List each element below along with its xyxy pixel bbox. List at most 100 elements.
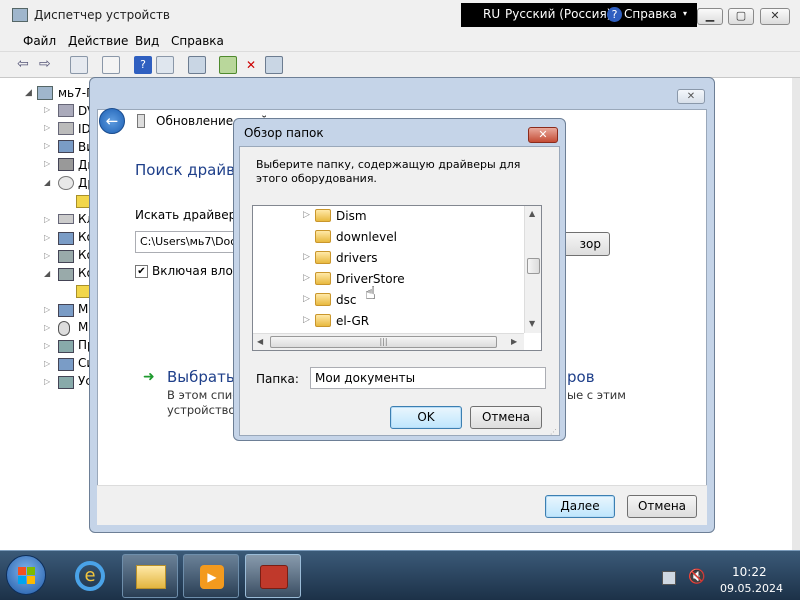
expand-arrow-icon: ▷ [44, 105, 51, 114]
expand-arrow-icon: ▷ [44, 215, 51, 224]
scroll-right-icon[interactable]: ▶ [511, 337, 517, 346]
folder-input[interactable]: Мои документы [310, 367, 546, 389]
folder-tree-vscrollbar[interactable]: ▲ ▼ [524, 206, 541, 333]
windows-logo-icon [27, 576, 35, 584]
network-icon[interactable] [662, 571, 676, 585]
keyboard-icon [58, 214, 74, 224]
resize-grip-icon[interactable]: ⋰ [550, 428, 557, 436]
scroll-up-icon[interactable]: ▲ [529, 209, 535, 218]
browse-folder-dialog: Обзор папок ✕ Выберите папку, содержащую… [233, 118, 566, 441]
scroll-down-icon[interactable]: ▼ [529, 319, 535, 328]
back-arrow-icon[interactable]: ← [99, 108, 125, 134]
scan-hardware-icon[interactable] [188, 56, 206, 74]
expand-arrow-icon[interactable]: ◢ [25, 88, 32, 98]
menu-action[interactable]: Действие [68, 34, 128, 48]
view-icon[interactable] [156, 56, 174, 74]
menu-view[interactable]: Вид [135, 34, 159, 48]
folder-name: drivers [336, 251, 378, 265]
folder-row[interactable]: ▷ el-GR [253, 311, 523, 332]
folder-row[interactable]: ▷ drivers [253, 248, 523, 269]
expand-arrow-icon[interactable]: ▷ [303, 252, 310, 262]
device-tree-scrollbar[interactable] [792, 78, 800, 550]
display-adapter-icon [58, 140, 74, 153]
clock-date[interactable]: 09.05.2024 [720, 582, 783, 595]
taskbar-explorer-button[interactable] [122, 554, 178, 598]
device-icon [137, 114, 145, 128]
language-bar-help[interactable]: Справка [624, 7, 677, 21]
pick-driver-description-line2: устройство [167, 403, 236, 417]
internet-explorer-icon[interactable]: e [75, 561, 105, 591]
expand-arrow-icon[interactable]: ▷ [303, 210, 310, 220]
enable-device-icon[interactable] [265, 56, 283, 74]
dvd-drive-icon [58, 104, 74, 117]
next-button[interactable]: Далее [545, 495, 615, 518]
folder-icon [315, 251, 331, 264]
computer-icon [58, 232, 74, 245]
language-code: RU [483, 7, 501, 21]
clock-time[interactable]: 10:22 [732, 565, 767, 579]
minimize-button[interactable]: ▁ [697, 8, 723, 25]
controller-icon [58, 250, 74, 263]
expand-arrow-icon[interactable]: ▷ [303, 294, 310, 304]
expand-arrow-icon: ▷ [44, 305, 51, 314]
expand-arrow-icon: ▷ [44, 251, 51, 260]
language-name[interactable]: Русский (Россия) [505, 7, 611, 21]
taskbar-device-manager-button[interactable] [245, 554, 301, 598]
folder-tree-hscrollbar[interactable]: ◀ ||| ▶ [253, 333, 524, 350]
device-manager-title: Диспетчер устройств [34, 8, 171, 22]
maximize-button[interactable]: ▢ [728, 8, 754, 25]
language-bar-menu-icon[interactable]: ▾ [683, 9, 687, 18]
browse-cancel-button[interactable]: Отмена [470, 406, 542, 429]
warning-icon [76, 285, 90, 298]
properties-icon[interactable] [70, 56, 88, 74]
green-arrow-icon: ➜ [143, 369, 155, 385]
folder-icon [315, 314, 331, 327]
expand-arrow-icon[interactable]: ▷ [303, 273, 310, 283]
browse-dialog-title: Обзор папок [244, 126, 324, 140]
update-driver-icon[interactable] [219, 56, 237, 74]
folder-tree: ▷ Dism downlevel ▷ drivers ▷ DriverStore… [252, 205, 542, 351]
expand-arrow-icon: ▷ [44, 341, 51, 350]
taskbar-media-player-button[interactable]: ▶ [183, 554, 239, 598]
driver-path-input[interactable]: C:\Users\мь7\Doc [135, 231, 235, 253]
scroll-left-icon[interactable]: ◀ [257, 337, 263, 346]
folder-name: dsc [336, 293, 357, 307]
expand-arrow-icon[interactable]: ▷ [303, 315, 310, 325]
monitor-icon [58, 304, 74, 317]
browse-close-button[interactable]: ✕ [528, 127, 558, 143]
folder-row[interactable]: ▷ dsc [253, 290, 523, 311]
hscroll-thumb[interactable]: ||| [270, 336, 497, 348]
folder-label: Папка: [256, 372, 299, 386]
usb-icon [58, 376, 74, 389]
windows-logo-icon [27, 567, 35, 575]
system-devices-icon [58, 358, 74, 371]
include-subfolders-checkbox[interactable]: ✔ [135, 265, 148, 278]
folder-row[interactable]: ▷ DriverStore [253, 269, 523, 290]
back-arrow-icon[interactable]: ⇦ [17, 56, 35, 74]
expand-arrow-icon: ▷ [44, 359, 51, 368]
tree-item[interactable]: М [78, 320, 88, 334]
wizard-cancel-button[interactable]: Отмена [627, 495, 697, 518]
close-button[interactable]: ✕ [760, 8, 790, 25]
folder-name: downlevel [336, 230, 397, 244]
vscroll-thumb[interactable] [527, 258, 540, 274]
tree-item[interactable]: М [78, 302, 88, 316]
wizard-footer: Далее Отмена [97, 485, 707, 525]
expand-arrow-icon: ▷ [44, 123, 51, 132]
document-icon[interactable] [102, 56, 120, 74]
start-button[interactable] [6, 555, 46, 595]
menu-help[interactable]: Справка [171, 34, 224, 48]
ok-button[interactable]: OK [390, 406, 462, 429]
folder-row[interactable]: downlevel [253, 227, 523, 248]
expand-arrow-icon: ▷ [44, 141, 51, 150]
language-bar[interactable]: RU Русский (Россия) ? Справка ▾ [461, 3, 697, 27]
forward-arrow-icon[interactable]: ⇨ [39, 56, 57, 74]
wizard-close-button[interactable]: ✕ [677, 89, 705, 104]
pick-driver-link-tail[interactable]: ров [567, 368, 595, 386]
uninstall-icon[interactable]: ✕ [242, 56, 260, 74]
help-icon[interactable]: ? [134, 56, 152, 74]
volume-muted-icon[interactable]: 🔇 [688, 569, 705, 585]
folder-row[interactable]: ▷ Dism [253, 206, 523, 227]
menu-file[interactable]: Файл [23, 34, 56, 48]
folder-icon [315, 230, 331, 243]
